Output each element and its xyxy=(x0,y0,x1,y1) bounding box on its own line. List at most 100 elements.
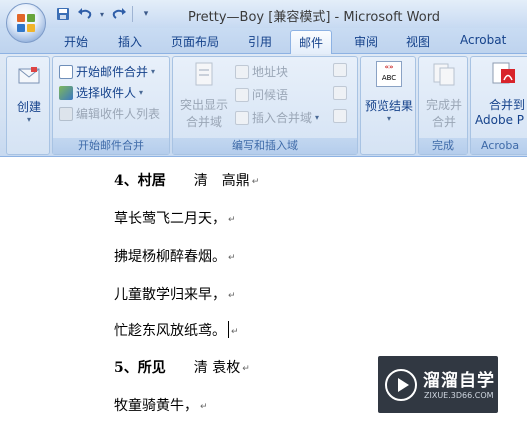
window-title: Pretty—Boy [兼容模式] - Microsoft Word xyxy=(188,10,441,25)
adobe-line2: Adobe P xyxy=(475,113,525,127)
poem-title-suojian: 5、所见 清 袁枚 ↵ xyxy=(114,357,250,377)
insert-merge-field-label: 插入合并域 xyxy=(252,111,313,125)
tab-insert[interactable]: 插入 xyxy=(118,33,142,50)
match-fields-icon xyxy=(333,86,347,100)
paragraph-mark-icon: ↵ xyxy=(228,215,236,225)
poem-line-text: 忙趁东风放纸鸢。 xyxy=(114,323,226,339)
poem-line-text: 牧童骑黄牛， xyxy=(114,398,198,414)
chevron-down-icon: ▾ xyxy=(139,88,144,97)
poem-line-text: 儿童散学归来早， xyxy=(114,287,226,303)
save-icon[interactable] xyxy=(54,5,72,23)
tab-review[interactable]: 审阅 xyxy=(354,33,378,50)
adobe-line1: 合并到 xyxy=(489,98,526,112)
rules-icon xyxy=(333,63,347,77)
poem-line: 忙趁东风放纸鸢。 ↵ xyxy=(114,320,239,340)
paragraph-mark-icon: ↵ xyxy=(251,177,260,187)
tab-home[interactable]: 开始 xyxy=(64,33,88,50)
group-write-insert-fields: 突出显示 合并域 地址块 问候语 插入合并域 ▾ 编写和插入域 xyxy=(172,56,358,155)
group-label-start-mail-merge: 开始邮件合并 xyxy=(53,138,169,154)
finish-merge-icon xyxy=(433,63,455,86)
poem-line-text: 草长莺飞二月天， xyxy=(114,211,226,227)
edit-recipients-button[interactable]: 编辑收件人列表 xyxy=(59,105,160,122)
preview-icon-text: ABC xyxy=(381,74,397,82)
finish-line1: 完成并 xyxy=(425,98,462,112)
select-recipients-button[interactable]: 选择收件人 ▾ xyxy=(59,84,143,101)
update-labels-icon xyxy=(333,109,347,123)
paragraph-mark-icon: ↵ xyxy=(231,327,239,337)
address-block-icon xyxy=(235,64,249,79)
paragraph-mark-icon: ↵ xyxy=(242,364,250,374)
merge-to-adobe-pdf-button[interactable]: 合并到 Adobe P xyxy=(475,61,527,127)
greeting-line-label: 问候语 xyxy=(252,88,289,102)
redo-icon[interactable] xyxy=(110,5,128,23)
greeting-line-button[interactable]: 问候语 xyxy=(235,86,288,103)
finish-merge-button[interactable]: 完成并 合并 xyxy=(421,61,467,130)
ribbon: 创建 ▾ 开始邮件合并 ▾ 选择收件人 ▾ 编辑收件人列表 开始邮件合并 突出显… xyxy=(0,54,527,157)
highlight-line2: 合并域 xyxy=(185,115,222,129)
poem-title-bold: 4、村居 xyxy=(114,173,166,189)
tab-mailings[interactable]: 邮件 xyxy=(290,30,333,55)
highlight-line1: 突出显示 xyxy=(179,98,228,112)
qat-separator xyxy=(132,6,133,22)
undo-dropdown-icon[interactable]: ▾ xyxy=(98,5,106,23)
chevron-down-icon: ▾ xyxy=(386,114,391,123)
recipients-icon xyxy=(59,85,73,100)
envelope-icon xyxy=(18,67,40,84)
text-cursor xyxy=(228,321,229,338)
create-label: 创建 xyxy=(16,100,41,114)
watermark-title: 溜溜自学 xyxy=(423,371,495,391)
tab-page-layout[interactable]: 页面布局 xyxy=(171,33,219,50)
paragraph-mark-icon: ↵ xyxy=(228,253,236,263)
rules-button[interactable] xyxy=(333,63,347,77)
undo-icon[interactable] xyxy=(76,5,94,23)
start-mail-merge-label: 开始邮件合并 xyxy=(76,65,149,79)
group-create: 创建 ▾ xyxy=(6,56,50,155)
address-block-button[interactable]: 地址块 xyxy=(235,63,288,80)
office-button[interactable] xyxy=(6,3,46,43)
highlight-merge-fields-button[interactable]: 突出显示 合并域 xyxy=(177,61,231,130)
title-bar: ▾ ▾ Pretty—Boy [兼容模式] - Microsoft Word xyxy=(0,0,527,28)
tab-acrobat[interactable]: Acrobat xyxy=(460,33,506,47)
poem-line: 草长莺飞二月天， ↵ xyxy=(114,208,236,228)
address-block-label: 地址块 xyxy=(252,65,289,79)
watermark-subtitle: ZIXUE.3D66.COM xyxy=(424,391,494,400)
start-mail-merge-button[interactable]: 开始邮件合并 ▾ xyxy=(59,63,155,80)
chevron-down-icon: ▾ xyxy=(151,67,156,76)
group-label-acrobat: Acroba xyxy=(471,138,527,154)
poem-line: 拂堤杨柳醉春烟。 ↵ xyxy=(114,246,236,266)
edit-recipients-label: 编辑收件人列表 xyxy=(76,107,161,121)
paragraph-mark-icon: ↵ xyxy=(228,291,236,301)
poem-title-cunju: 4、村居 清 高鼎 ↵ xyxy=(114,170,259,190)
group-start-mail-merge: 开始邮件合并 ▾ 选择收件人 ▾ 编辑收件人列表 开始邮件合并 xyxy=(52,56,170,155)
tab-references[interactable]: 引用 xyxy=(248,33,272,50)
edit-list-icon xyxy=(59,106,73,121)
play-icon xyxy=(385,369,417,401)
select-recipients-label: 选择收件人 xyxy=(76,86,137,100)
preview-results-label: 预览结果 xyxy=(364,99,413,113)
group-label-write-insert-fields: 编写和插入域 xyxy=(173,138,357,154)
tab-view[interactable]: 视图 xyxy=(406,33,430,50)
document-merge-icon xyxy=(59,64,73,79)
greeting-line-icon xyxy=(235,87,249,102)
poem-title-author: 清 袁枚 xyxy=(165,360,241,376)
customize-icon[interactable]: ▾ xyxy=(137,5,155,23)
poem-title-author: 清 高鼎 xyxy=(165,173,250,189)
poem-line-text: 拂堤杨柳醉春烟。 xyxy=(114,249,226,265)
chevron-down-icon: ▾ xyxy=(26,115,31,124)
chevron-down-icon: ▾ xyxy=(315,113,320,122)
insert-field-icon xyxy=(235,110,249,125)
adobe-pdf-icon xyxy=(492,62,515,84)
group-preview-results: «» ABC 预览结果 ▾ xyxy=(360,56,416,155)
insert-merge-field-button[interactable]: 插入合并域 ▾ xyxy=(235,109,319,126)
preview-results-icon: «» ABC xyxy=(376,61,402,87)
poem-line: 儿童散学归来早， ↵ xyxy=(114,284,236,304)
preview-results-button[interactable]: «» ABC 预览结果 ▾ xyxy=(363,61,415,123)
update-labels-button[interactable] xyxy=(333,109,347,123)
office-logo-icon xyxy=(17,14,36,33)
poem-line: 牧童骑黄牛， ↵ xyxy=(114,395,208,415)
paragraph-mark-icon: ↵ xyxy=(200,402,208,412)
poem-title-bold: 5、所见 xyxy=(114,360,166,376)
group-label-finish: 完成 xyxy=(419,138,467,154)
create-button[interactable]: 创建 ▾ xyxy=(10,63,48,124)
match-fields-button[interactable] xyxy=(333,86,347,100)
